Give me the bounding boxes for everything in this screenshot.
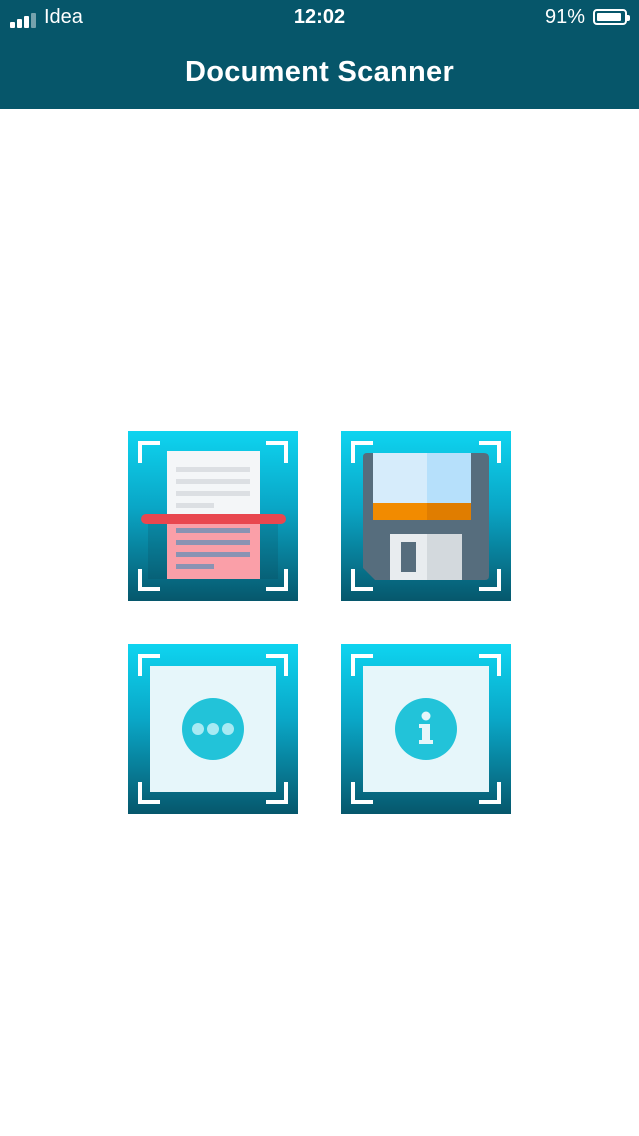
battery-fill (597, 13, 621, 21)
info-icon (351, 654, 501, 804)
page-title: Document Scanner (184, 56, 455, 88)
app-header: Idea 12:02 91% Document Scanner (0, 0, 639, 109)
floppy-disk-icon (351, 441, 501, 591)
battery-percentage: 91% (544, 6, 585, 28)
scan-document-button[interactable] (128, 431, 298, 601)
about-info-button[interactable] (341, 644, 511, 814)
status-right: 91% (544, 6, 630, 28)
app-screen: Idea 12:02 91% Document Scanner (0, 0, 639, 1136)
status-time: 12:02 (293, 6, 346, 28)
more-dots-icon (138, 654, 288, 804)
document-scan-icon (138, 441, 288, 591)
battery-icon (593, 9, 630, 25)
status-bar: Idea 12:02 91% (0, 0, 639, 36)
saved-documents-button[interactable] (341, 431, 511, 601)
more-options-button[interactable] (128, 644, 298, 814)
